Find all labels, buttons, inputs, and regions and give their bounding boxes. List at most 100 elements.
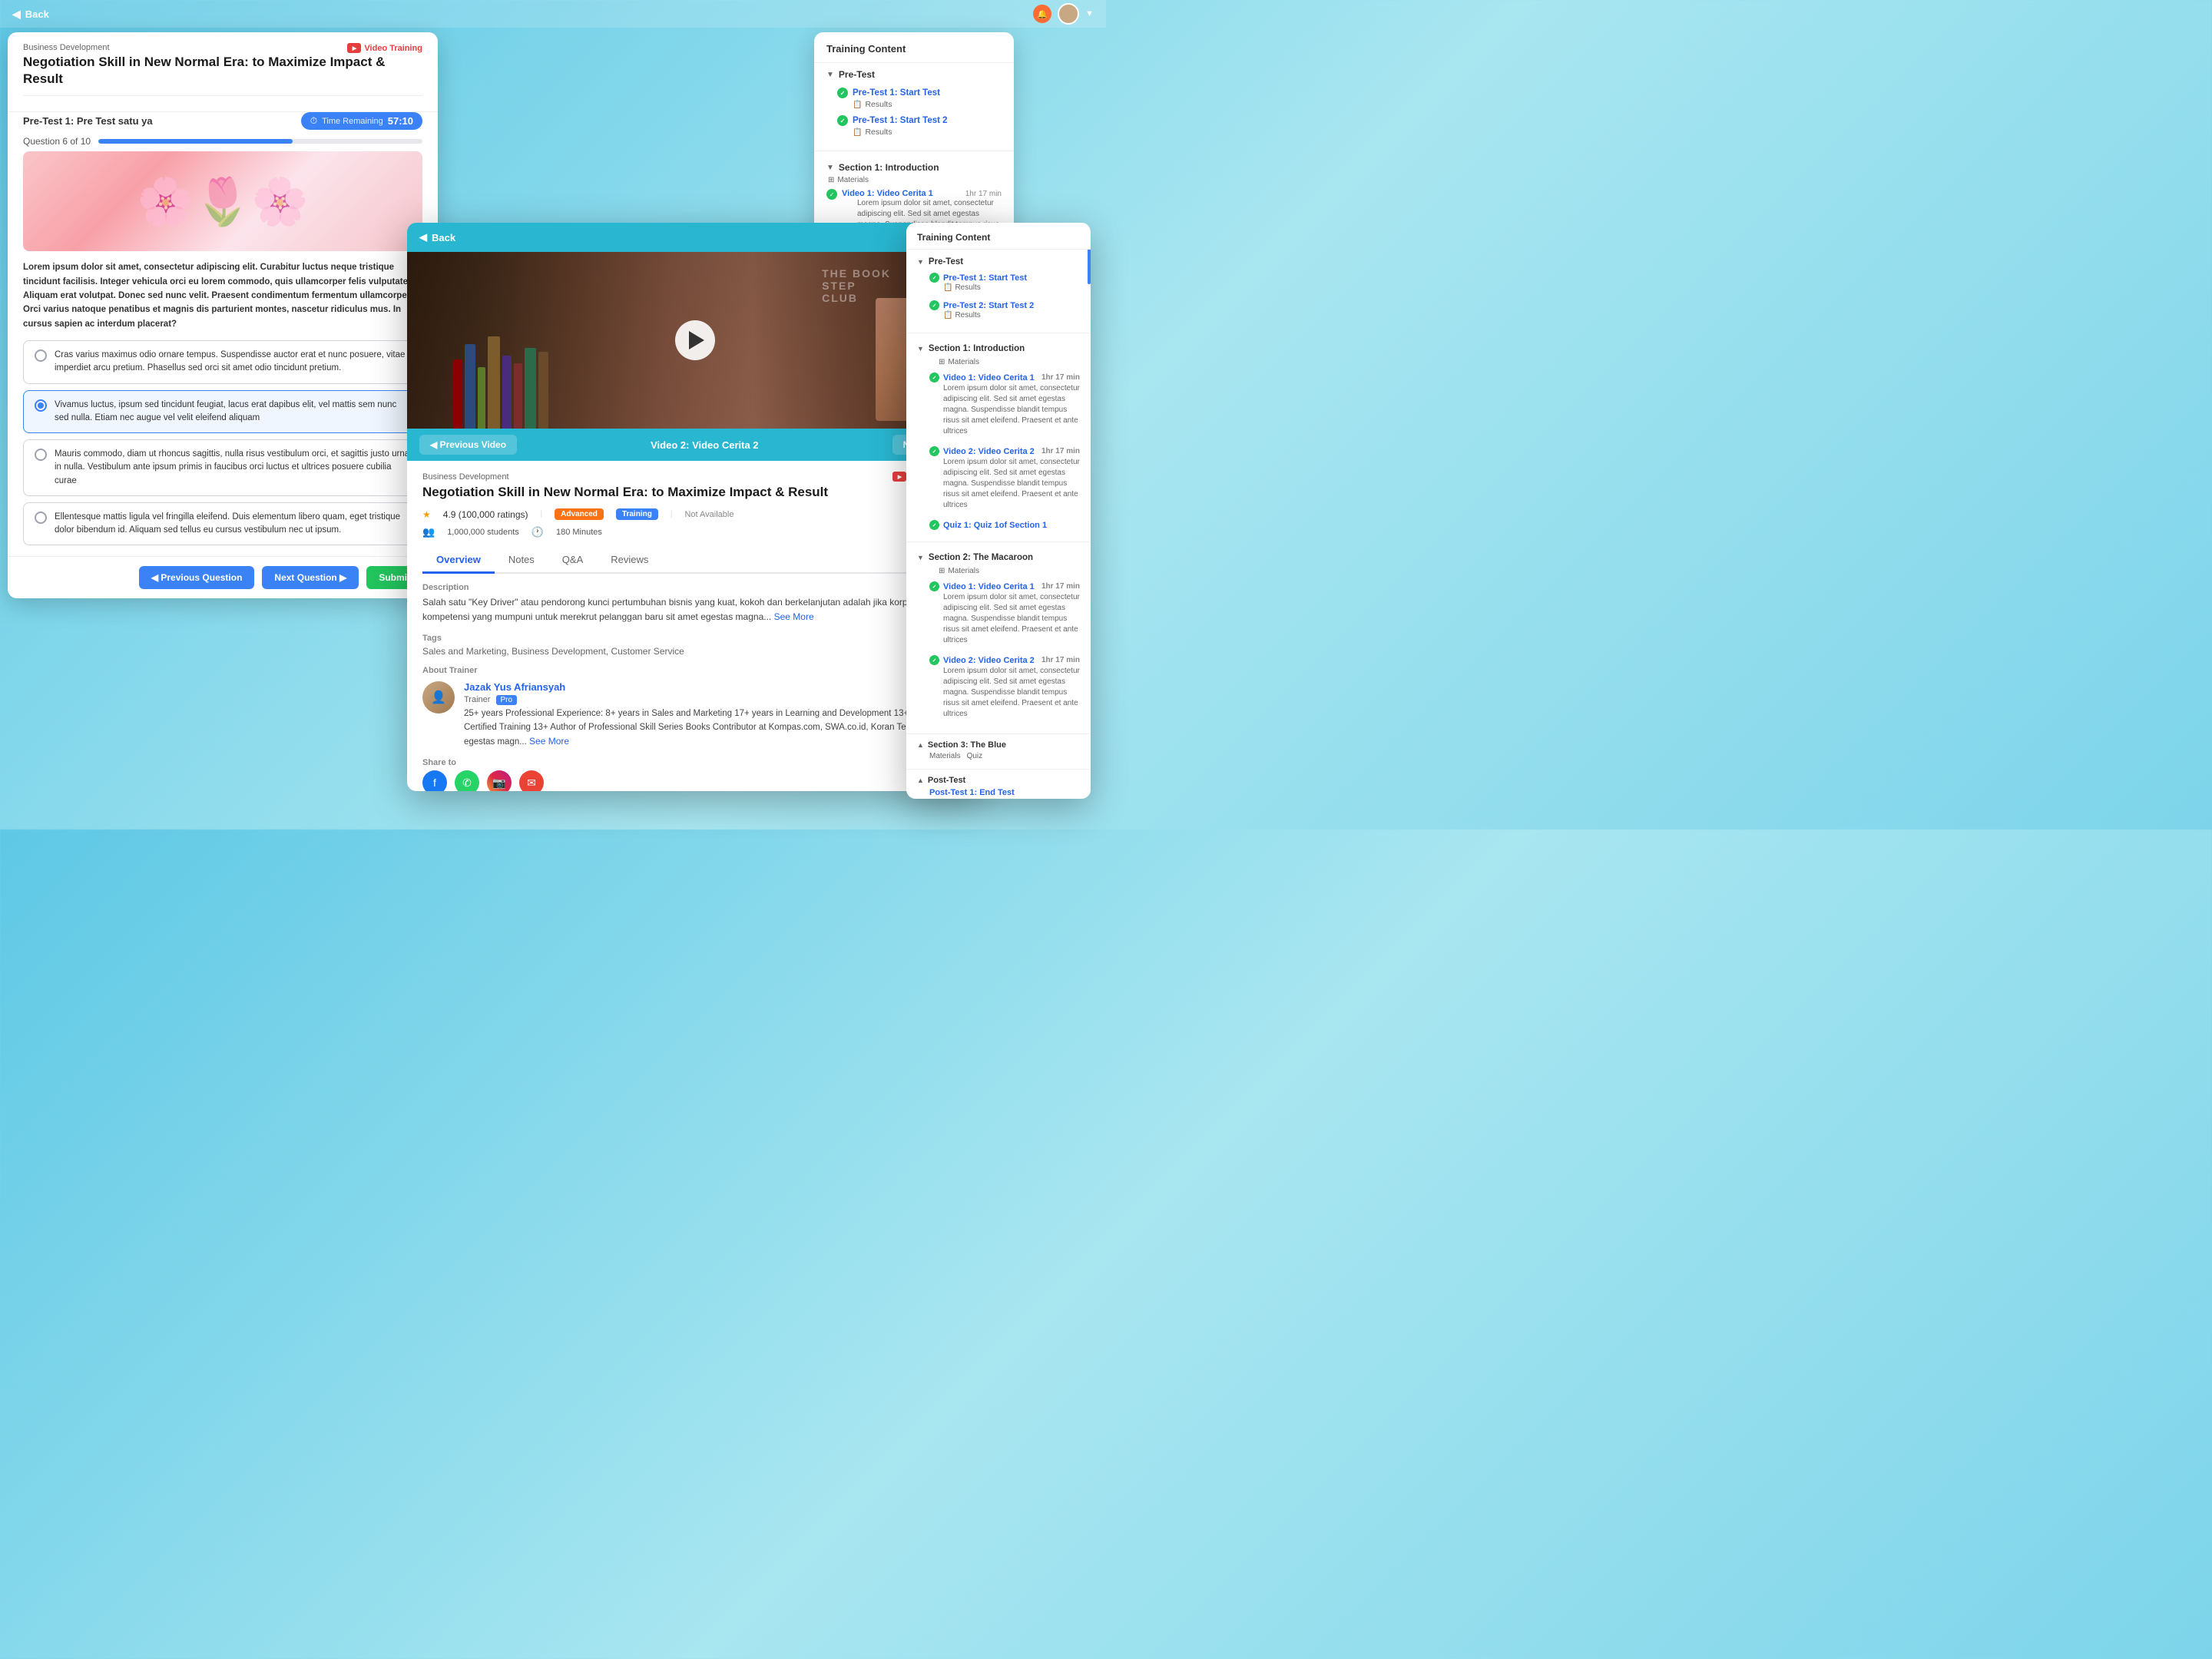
fs-posttest-start-icon: ▶: [943, 798, 949, 799]
fs-pretest-text-2: Pre-Test 2: Start Test 2: [943, 301, 1034, 310]
fs-section2-toggle[interactable]: ▼ Section 2: The Macaroon: [917, 550, 1080, 565]
stars-icon: ★: [422, 509, 431, 520]
next-q-label: Next Question ▶: [274, 572, 346, 583]
fs-s1-v2-desc: Lorem ipsum dolor sit amet, consectetur …: [929, 457, 1080, 511]
fs-posttest-sub: ▶ Start1: [929, 798, 1080, 799]
rating-text: 4.9 (100,000 ratings): [443, 509, 528, 520]
sidebar-sub-2: 📋 Results: [837, 127, 1002, 137]
fs-s1-quiz-title[interactable]: ✓ Quiz 1: Quiz 1of Section 1: [929, 520, 1080, 530]
fs-pretest-sub-1: 📋 Results: [929, 283, 1080, 292]
trainer-avatar: 👤: [422, 681, 455, 714]
video-title-1[interactable]: Video 1: Video Cerita 1: [842, 189, 965, 198]
next-question-button[interactable]: Next Question ▶: [262, 566, 359, 589]
fs-s1-v1-duration: 1hr 17 min: [1041, 373, 1080, 382]
clock-icon2: 🕐: [531, 526, 544, 538]
youtube-icon: [347, 43, 361, 53]
tab-qa[interactable]: Q&A: [548, 548, 597, 574]
instagram-icon[interactable]: 📷: [487, 770, 512, 791]
radio-btn-4[interactable]: [35, 512, 47, 524]
radio-btn-3[interactable]: [35, 449, 47, 461]
main-back-arrow-icon: ◀: [419, 231, 427, 243]
materials-tag: ⊞ Materials: [826, 176, 1002, 184]
prev-question-button[interactable]: ◀ Previous Question: [139, 566, 255, 589]
fs-s2-v2-title[interactable]: ✓ Video 2: Video Cerita 2 1hr 17 min: [929, 655, 1080, 665]
trainer-see-more[interactable]: See More: [529, 736, 569, 747]
question-count: Question 6 of 10: [23, 136, 91, 147]
facebook-icon[interactable]: f: [422, 770, 447, 791]
share-label: Share to: [422, 758, 968, 767]
main-back-button[interactable]: ◀ Back: [419, 231, 455, 243]
radio-btn-1[interactable]: [35, 349, 47, 362]
answer-text-4: Ellentesque mattis ligula vel fringilla …: [55, 511, 411, 538]
avatar[interactable]: [1058, 3, 1079, 25]
fs-pretest-section: ▼ Pre-Test ✓ Pre-Test 1: Start Test 📋 Re…: [906, 250, 1091, 329]
fs-section1-toggle[interactable]: ▼ Section 1: Introduction: [917, 341, 1080, 356]
answer-item-1[interactable]: Cras varius maximus odio ornare tempus. …: [23, 340, 422, 384]
back-button[interactable]: ◀ Back: [12, 8, 49, 21]
prev-video-button[interactable]: ◀ Previous Video: [419, 435, 517, 455]
email-icon[interactable]: ✉: [519, 770, 544, 791]
book-3: [478, 367, 485, 429]
answer-item-4[interactable]: Ellentesque mattis ligula vel fringilla …: [23, 502, 422, 546]
grid-icon: ⊞: [828, 176, 834, 184]
fs-s2-v1-text: Video 1: Video Cerita 1: [943, 582, 1035, 591]
quiz-header: Business Development Video Training Nego…: [8, 32, 438, 112]
prev-video-label: ◀ Previous Video: [430, 439, 506, 450]
fs-pretest-title-2[interactable]: ✓ Pre-Test 2: Start Test 2: [929, 300, 1080, 310]
tab-overview[interactable]: Overview: [422, 548, 495, 574]
trainer-name[interactable]: Jazak Yus Afriansyah: [464, 681, 968, 693]
play-button[interactable]: [675, 320, 715, 360]
description-content: Salah satu "Key Driver" atau pendorong k…: [422, 597, 963, 622]
pretest-toggle[interactable]: ▼ Pre-Test: [826, 69, 1002, 80]
video-player[interactable]: THE BOOKSTEPCLUB: [407, 252, 983, 429]
fs-pretest-label: Pre-Test: [929, 257, 963, 267]
book-row: [453, 336, 548, 429]
results-icon-2: 📋: [853, 128, 862, 137]
fs-section2-label: Section 2: The Macaroon: [929, 553, 1033, 562]
check-icon-2: ✓: [837, 115, 848, 126]
fs-s2-v1-title[interactable]: ✓ Video 1: Video Cerita 1 1hr 17 min: [929, 581, 1080, 591]
chevron-icon: ▼: [826, 164, 834, 172]
fs-s2-materials-label: Materials: [948, 567, 979, 575]
back-sidebar-header: Training Content: [814, 32, 1014, 63]
separator-icon: |: [541, 510, 543, 518]
fs-pretest-title-1[interactable]: ✓ Pre-Test 1: Start Test: [929, 273, 1080, 283]
fs-pretest-item-2: ✓ Pre-Test 2: Start Test 2 📋 Results: [917, 297, 1080, 325]
fs-section3-toggle[interactable]: ▲ Section 3: The Blue: [917, 740, 1080, 750]
sidebar-item-title-2[interactable]: ✓ Pre-Test 1: Start Test 2: [837, 115, 1002, 126]
fs-pretest-item-1: ✓ Pre-Test 1: Start Test 📋 Results: [917, 270, 1080, 297]
dropdown-icon[interactable]: ▼: [1085, 9, 1094, 18]
fs-posttest-item: Post-Test 1: End Test ▶ Start1: [917, 785, 1080, 799]
timer-value: 57:10: [388, 115, 413, 127]
quiz-breadcrumb: Business Development: [23, 43, 110, 52]
fs-section3: ▲ Section 3: The Blue Materials Quiz: [906, 737, 1091, 766]
results-icon-1: 📋: [853, 101, 862, 109]
fs-section1-label: Section 1: Introduction: [929, 344, 1025, 353]
answers-list: Cras varius maximus odio ornare tempus. …: [8, 340, 438, 545]
fs-s1-v2-title[interactable]: ✓ Video 2: Video Cerita 2 1hr 17 min: [929, 446, 1080, 456]
sidebar-item-title-1[interactable]: ✓ Pre-Test 1: Start Test: [837, 88, 1002, 98]
trainer-label: About Trainer: [422, 666, 968, 675]
fs-section2: ▼ Section 2: The Macaroon ⊞ Materials ✓ …: [906, 545, 1091, 730]
trainer-badge: Pro: [496, 695, 518, 705]
fs-pretest-text-1: Pre-Test 1: Start Test: [943, 273, 1027, 283]
tab-notes[interactable]: Notes: [495, 548, 548, 574]
quiz-footer: ◀ Previous Question Next Question ▶ Subm…: [8, 556, 438, 598]
tab-reviews[interactable]: Reviews: [597, 548, 662, 574]
meta-row: ★ 4.9 (100,000 ratings) | Advanced Train…: [422, 508, 968, 520]
video-nav-bar: ◀ Previous Video Video 2: Video Cerita 2…: [407, 429, 983, 461]
main-back-label: Back: [432, 232, 455, 243]
fs-s1-v1-title[interactable]: ✓ Video 1: Video Cerita 1 1hr 17 min: [929, 373, 1080, 382]
notification-icon[interactable]: 🔔: [1033, 5, 1051, 23]
answer-item-2[interactable]: Vivamus luctus, ipsum sed tincidunt feug…: [23, 390, 422, 434]
fs-posttest-sub-text: Start1: [952, 798, 972, 799]
fs-posttest-toggle[interactable]: ▲ Post-Test: [917, 776, 1080, 785]
fs-s1-v1-check: ✓: [929, 373, 939, 382]
see-more-link[interactable]: See More: [774, 611, 814, 622]
fs-results-icon-2: 📋: [943, 311, 952, 320]
fs-posttest-title[interactable]: Post-Test 1: End Test: [929, 788, 1080, 797]
answer-item-3[interactable]: Mauris commodo, diam ut rhoncus sagittis…: [23, 439, 422, 496]
whatsapp-icon[interactable]: ✆: [455, 770, 479, 791]
fs-pretest-toggle[interactable]: ▼ Pre-Test: [917, 254, 1080, 270]
radio-btn-2[interactable]: [35, 399, 47, 412]
